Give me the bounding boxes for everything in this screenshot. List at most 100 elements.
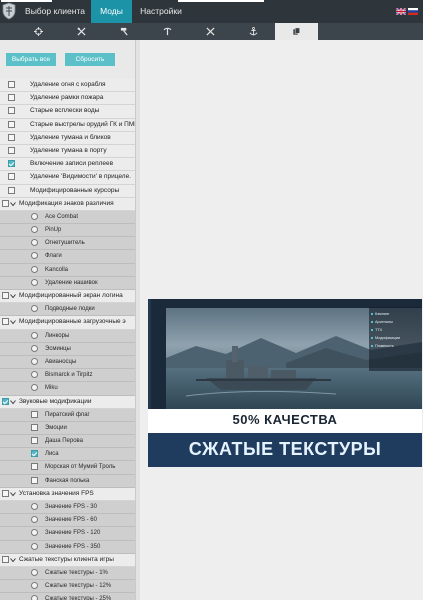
option-checkbox[interactable] — [31, 450, 38, 458]
mod-checkbox[interactable] — [8, 107, 15, 115]
option-radio[interactable] — [31, 516, 38, 524]
category-anchor-button[interactable] — [232, 23, 275, 40]
option-radio[interactable] — [31, 331, 38, 339]
sub-option-row[interactable]: Морская от Мумий Троль — [0, 461, 135, 475]
group-row[interactable]: Сжатые текстуры клиента игры — [0, 553, 135, 567]
chevron-down-icon[interactable] — [10, 491, 16, 497]
group-checkbox[interactable] — [2, 555, 9, 563]
chevron-down-icon[interactable] — [10, 319, 16, 325]
option-checkbox[interactable] — [31, 463, 38, 471]
sub-option-row[interactable]: Сжатые текстуры - 25% — [0, 593, 135, 600]
option-radio[interactable] — [31, 542, 38, 550]
option-radio[interactable] — [31, 226, 38, 234]
reset-button[interactable]: Сбросить — [65, 53, 115, 66]
sub-option-row[interactable]: Bismarck и Tirpitz — [0, 369, 135, 383]
option-radio[interactable] — [31, 582, 38, 590]
mod-row[interactable]: Удаление рамки пожара — [0, 92, 135, 106]
option-checkbox[interactable] — [31, 437, 38, 445]
category-wrench-button[interactable] — [60, 23, 103, 40]
option-radio[interactable] — [31, 529, 38, 537]
sub-option-row[interactable]: Эмоции — [0, 421, 135, 436]
option-radio[interactable] — [31, 278, 38, 286]
option-radio[interactable] — [31, 239, 38, 247]
group-checkbox[interactable] — [2, 318, 9, 326]
category-pickaxe-button[interactable] — [146, 23, 189, 40]
sub-option-row[interactable]: Эсминцы — [0, 342, 135, 356]
group-row[interactable]: Модификация знаков различия — [0, 197, 135, 211]
group-checkbox[interactable] — [2, 489, 9, 497]
category-hammer-button[interactable] — [103, 23, 146, 40]
option-radio[interactable] — [31, 265, 38, 273]
chevron-down-icon[interactable] — [10, 293, 16, 299]
sub-option-row[interactable]: Флаги — [0, 250, 135, 264]
sub-option-row[interactable]: Огнетушитель — [0, 237, 135, 251]
option-checkbox[interactable] — [31, 423, 38, 431]
sub-option-row[interactable]: Значение FPS - 60 — [0, 514, 135, 528]
mod-row[interactable]: Старые всплески воды — [0, 105, 135, 119]
option-checkbox[interactable] — [31, 410, 38, 418]
chevron-down-icon[interactable] — [10, 201, 16, 207]
option-radio[interactable] — [31, 357, 38, 365]
sub-option-row[interactable]: Значение FPS - 30 — [0, 501, 135, 515]
group-checkbox[interactable] — [2, 292, 9, 299]
mod-row[interactable]: Включение записи реплеев — [0, 158, 135, 172]
mod-checkbox[interactable] — [8, 120, 15, 128]
group-checkbox[interactable] — [2, 397, 9, 405]
mod-checkbox[interactable] — [8, 173, 15, 181]
mod-checkbox[interactable] — [8, 81, 15, 88]
ru-flag-icon[interactable] — [408, 8, 418, 15]
option-radio[interactable] — [31, 384, 38, 392]
mod-row[interactable]: Удаление тумана в порту — [0, 144, 135, 159]
chevron-down-icon[interactable] — [10, 557, 16, 563]
sub-option-row[interactable]: Удаление нашивок — [0, 276, 135, 290]
option-radio[interactable] — [31, 344, 38, 352]
mod-checkbox[interactable] — [8, 186, 15, 194]
sub-option-row[interactable]: Ace Combat — [0, 210, 135, 225]
sub-option-row[interactable]: Miku — [0, 382, 135, 396]
mod-checkbox[interactable] — [8, 146, 15, 154]
sub-option-row[interactable]: Авианосцы — [0, 355, 135, 370]
option-radio[interactable] — [31, 595, 38, 600]
sub-option-row[interactable]: Сжатые текстуры - 12% — [0, 580, 135, 594]
option-radio[interactable] — [31, 503, 38, 510]
option-checkbox[interactable] — [31, 476, 38, 484]
option-radio[interactable] — [31, 252, 38, 260]
category-docs-button[interactable] — [275, 23, 318, 40]
option-radio[interactable] — [31, 305, 38, 313]
mod-checkbox[interactable] — [8, 133, 15, 141]
group-row[interactable]: Установка значения FPS — [0, 487, 135, 501]
mod-row[interactable]: Удаление тумана и бликов — [0, 131, 135, 145]
uk-flag-icon[interactable] — [396, 8, 406, 15]
group-row[interactable]: Модифицированный экран логина — [0, 290, 135, 304]
option-radio[interactable] — [31, 371, 38, 379]
tab-settings[interactable]: Настройки — [134, 0, 188, 23]
sub-option-row[interactable]: Значение FPS - 350 — [0, 540, 135, 554]
group-row[interactable]: Модифицированные загрузочные э — [0, 316, 135, 330]
sub-option-row[interactable]: Фанская полька — [0, 474, 135, 488]
option-radio[interactable] — [31, 212, 38, 220]
sub-option-row[interactable]: Лиса — [0, 448, 135, 462]
option-radio[interactable] — [31, 568, 38, 576]
mod-row[interactable]: Удаление огня с корабля — [0, 79, 135, 93]
category-tools-button[interactable] — [189, 23, 232, 40]
group-checkbox[interactable] — [2, 199, 9, 207]
chevron-down-icon[interactable] — [10, 399, 16, 405]
mod-checkbox[interactable] — [8, 94, 15, 102]
group-row[interactable]: Звуковые модификации — [0, 395, 135, 409]
mod-row[interactable]: Старые выстрелы орудий ГК и ПМК — [0, 118, 135, 132]
sub-option-row[interactable]: Значение FPS - 120 — [0, 527, 135, 541]
mod-row[interactable]: Удаление 'Видимости' в прицеле. — [0, 171, 135, 185]
sub-option-row[interactable]: Сжатые текстуры - 1% — [0, 566, 135, 581]
select-all-button[interactable]: Выбрать все — [6, 53, 56, 66]
sub-option-row[interactable]: PinUp — [0, 224, 135, 238]
mod-checkbox[interactable] — [8, 160, 15, 168]
tab-client-select[interactable]: Выбор клиента — [19, 0, 91, 23]
sub-option-row[interactable]: Kancolla — [0, 263, 135, 277]
sub-option-row[interactable]: Даша Перова — [0, 435, 135, 449]
scrollbar[interactable] — [136, 40, 140, 600]
sub-option-row[interactable]: Пиратский флаг — [0, 408, 135, 422]
mod-row[interactable]: Модифицированные курсоры — [0, 184, 135, 198]
sub-option-row[interactable]: Подводные лодки — [0, 303, 135, 317]
sub-option-row[interactable]: Линкоры — [0, 329, 135, 343]
tab-mods[interactable]: Моды — [91, 0, 132, 23]
